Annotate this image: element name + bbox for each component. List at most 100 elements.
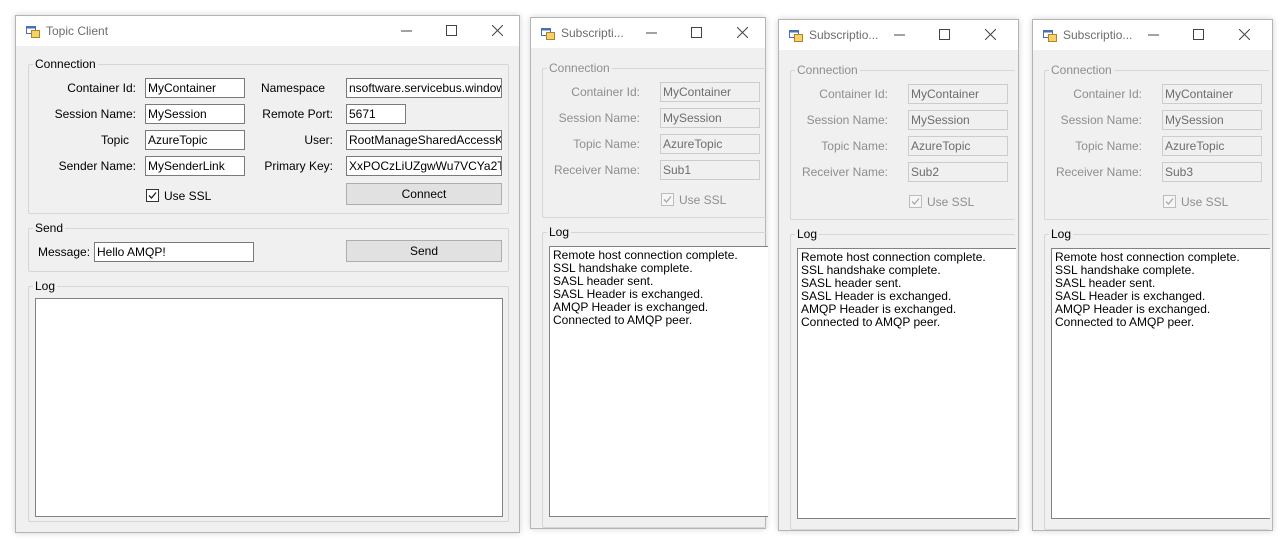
log-textbox[interactable] <box>35 298 503 517</box>
session-name-input[interactable]: MySession <box>660 108 760 128</box>
topic-label: Topic <box>100 133 129 147</box>
log-group-title: Log <box>795 227 820 241</box>
connection-group: Connection Container Id: MyContainer Ses… <box>1044 63 1269 220</box>
close-icon[interactable] <box>979 25 1001 45</box>
subscription-window-2: Subscriptio... Connection Container Id: … <box>778 19 1019 531</box>
log-line: Connected to AMQP peer. <box>1055 315 1195 329</box>
topic-name-input[interactable]: AzureTopic <box>1162 136 1262 156</box>
close-icon[interactable] <box>731 23 753 43</box>
receiver-name-input[interactable]: Sub3 <box>1162 162 1262 182</box>
topic-name-label: Topic Name: <box>821 139 888 153</box>
title-bar[interactable]: Subscripti... <box>531 18 765 48</box>
receiver-name-input[interactable]: Sub1 <box>660 160 760 180</box>
topic-input[interactable]: AzureTopic <box>145 130 245 150</box>
title-bar[interactable]: Topic Client <box>16 16 519 46</box>
maximize-icon[interactable] <box>440 21 462 41</box>
topic-name-label: Topic Name: <box>1075 139 1142 153</box>
container-id-input[interactable]: MyContainer <box>145 78 245 98</box>
session-name-input[interactable]: MySession <box>145 104 245 124</box>
container-id-input[interactable]: MyContainer <box>660 82 760 102</box>
topic-client-window: Topic Client Connection Container Id: My… <box>15 15 520 533</box>
namespace-label: Namespace <box>260 81 325 95</box>
connection-group: Connection Container Id: MyContainer Ses… <box>790 63 1015 220</box>
log-textbox[interactable]: Remote host connection complete. SSL hand… <box>797 248 1016 519</box>
receiver-name-label: Receiver Name: <box>553 163 640 177</box>
app-window-icon <box>789 28 803 42</box>
send-group-title: Send <box>33 221 66 235</box>
log-group-title: Log <box>1049 227 1074 241</box>
container-id-label: Container Id: <box>819 87 888 101</box>
container-id-label: Container Id: <box>571 85 640 99</box>
use-ssl-label: Use SSL <box>1181 195 1229 209</box>
minimize-icon[interactable] <box>888 25 910 45</box>
session-name-input[interactable]: MySession <box>1162 110 1262 130</box>
log-line: Connected to AMQP peer. <box>553 313 693 327</box>
use-ssl-checkbox[interactable] <box>661 193 674 206</box>
container-id-input[interactable]: MyContainer <box>908 84 1008 104</box>
close-icon[interactable] <box>486 21 508 41</box>
log-group-title: Log <box>547 225 572 239</box>
user-label: User: <box>304 133 333 147</box>
use-ssl-checkbox[interactable] <box>146 189 159 202</box>
connection-group-title: Connection <box>1049 63 1114 77</box>
session-name-label: Session Name: <box>54 107 136 121</box>
checkmark-icon <box>663 196 672 203</box>
sender-name-input[interactable]: MySenderLink <box>145 156 245 176</box>
close-icon[interactable] <box>1233 25 1255 45</box>
minimize-icon[interactable] <box>640 23 662 43</box>
subscription-window-1: Subscripti... Connection Container Id: M… <box>530 17 768 529</box>
connect-button[interactable]: Connect <box>346 183 502 205</box>
use-ssl-label: Use SSL <box>927 195 975 209</box>
receiver-name-label: Receiver Name: <box>801 165 888 179</box>
window-title: Subscripti... <box>561 26 624 40</box>
message-input[interactable]: Hello AMQP! <box>94 242 254 262</box>
app-window-icon <box>541 26 555 40</box>
app-window-icon <box>26 24 40 38</box>
remote-port-input[interactable]: 5671 <box>346 104 406 124</box>
message-label: Message: <box>38 245 91 259</box>
send-button[interactable]: Send <box>346 240 502 262</box>
user-input[interactable]: RootManageSharedAccessKey <box>346 130 502 150</box>
log-group: Log Remote host connection complete. SSL … <box>1044 227 1270 530</box>
topic-name-input[interactable]: AzureTopic <box>908 136 1008 156</box>
use-ssl-checkbox[interactable] <box>1163 195 1176 208</box>
window-title: Subscriptio... <box>809 28 879 42</box>
connection-group-title: Connection <box>547 61 612 75</box>
session-name-input[interactable]: MySession <box>908 110 1008 130</box>
minimize-icon[interactable] <box>395 21 417 41</box>
log-group: Log Remote host connection complete. SSL … <box>542 225 768 528</box>
log-group: Log Remote host connection complete. SSL … <box>790 227 1016 530</box>
topic-name-label: Topic Name: <box>573 137 640 151</box>
primary-key-input[interactable]: XxPOCzLiUZgwWu7VCYa2TG2 <box>346 156 502 176</box>
checkmark-icon <box>911 198 920 205</box>
use-ssl-label: Use SSL <box>679 193 727 207</box>
maximize-icon[interactable] <box>933 25 955 45</box>
log-group: Log <box>28 279 509 522</box>
namespace-input[interactable]: nsoftware.servicebus.windows.n <box>346 78 502 98</box>
receiver-name-label: Receiver Name: <box>1055 165 1142 179</box>
minimize-icon[interactable] <box>1142 25 1164 45</box>
window-title: Topic Client <box>46 24 109 38</box>
title-bar[interactable]: Subscriptio... <box>779 20 1018 50</box>
log-group-title: Log <box>33 279 58 293</box>
maximize-icon[interactable] <box>685 23 707 43</box>
container-id-label: Container Id: <box>1073 87 1142 101</box>
title-bar[interactable]: Subscriptio... <box>1033 20 1272 50</box>
container-id-input[interactable]: MyContainer <box>1162 84 1262 104</box>
window-title: Subscriptio... <box>1063 28 1133 42</box>
session-name-label: Session Name: <box>806 113 888 127</box>
connection-group: Connection Container Id: MyContainer Ses… <box>542 61 767 218</box>
use-ssl-checkbox[interactable] <box>909 195 922 208</box>
log-textbox[interactable]: Remote host connection complete. SSL hand… <box>1051 248 1270 519</box>
log-textbox[interactable]: Remote host connection complete. SSL hand… <box>549 246 768 517</box>
maximize-icon[interactable] <box>1187 25 1209 45</box>
remote-port-label: Remote Port: <box>262 107 333 121</box>
send-group: Send Message: Hello AMQP! Send <box>28 221 509 272</box>
checkmark-icon <box>1165 198 1174 205</box>
checkmark-icon <box>148 192 157 199</box>
session-name-label: Session Name: <box>558 111 640 125</box>
sender-name-label: Sender Name: <box>58 159 136 173</box>
topic-name-input[interactable]: AzureTopic <box>660 134 760 154</box>
app-window-icon <box>1043 28 1057 42</box>
receiver-name-input[interactable]: Sub2 <box>908 162 1008 182</box>
